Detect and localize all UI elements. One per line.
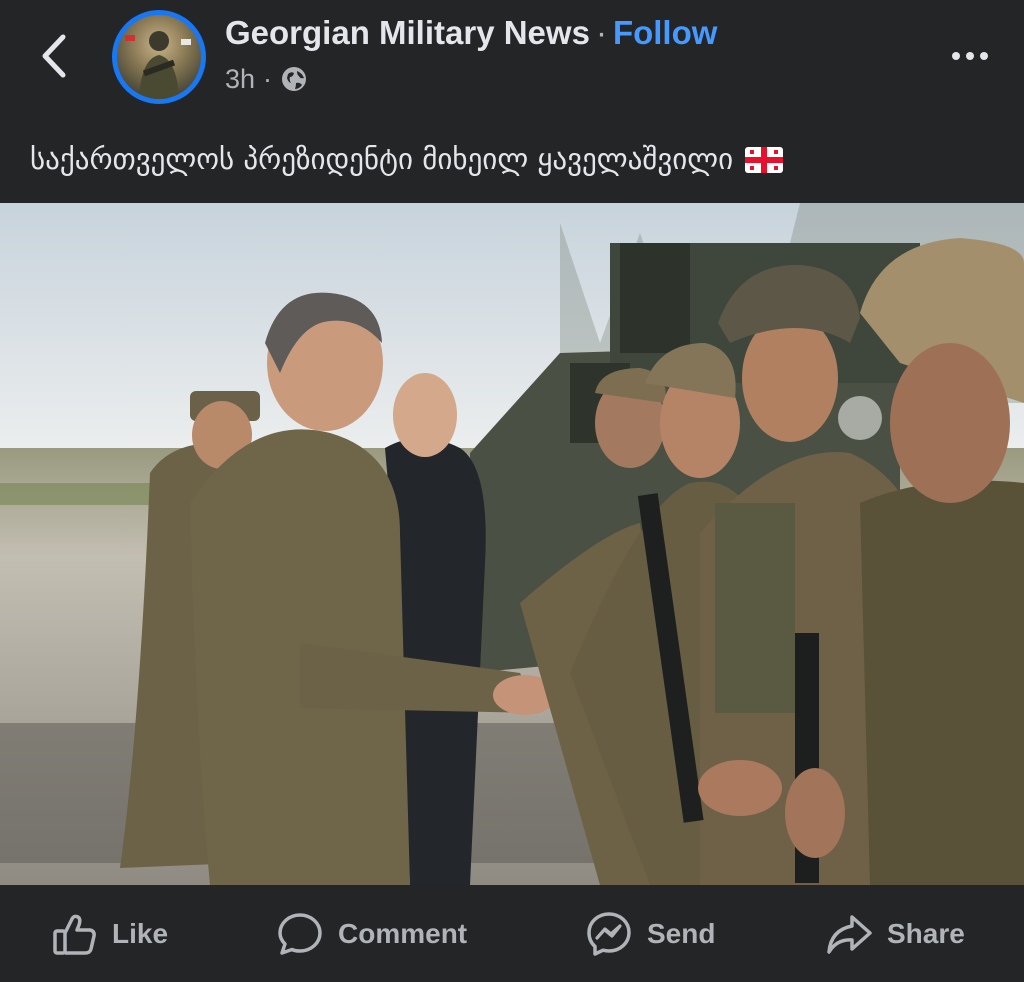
comment-button[interactable]: Comment	[276, 909, 467, 959]
more-dot	[952, 52, 960, 60]
like-label: Like	[112, 918, 169, 949]
action-bar: Like Comment Send Share	[0, 885, 1024, 982]
avatar-image	[117, 15, 201, 99]
meta-separator: ·	[263, 63, 273, 94]
send-label: Send	[647, 918, 716, 949]
follow-button[interactable]: Follow	[613, 14, 717, 51]
chevron-left-icon	[42, 34, 66, 78]
share-button[interactable]: Share	[825, 909, 965, 959]
back-button[interactable]	[30, 28, 78, 84]
messenger-icon	[587, 912, 631, 956]
send-button[interactable]: Send	[585, 909, 715, 959]
share-label: Share	[887, 918, 965, 949]
post-caption: საქართველოს პრეზიდენტი მიხეილ ყაველაშვილ…	[30, 142, 1000, 176]
more-dot	[980, 52, 988, 60]
caption-text: საქართველოს პრეზიდენტი მიხეილ ყაველაშვილ…	[30, 142, 734, 176]
like-button[interactable]: Like	[52, 909, 168, 959]
separator-dot: ·	[595, 14, 607, 51]
page-name-row: Georgian Military News · Follow	[225, 14, 717, 52]
more-dot	[966, 52, 974, 60]
post-meta: 3h ·	[225, 62, 308, 96]
post-header: Georgian Military News · Follow 3h ·	[0, 0, 1024, 120]
post-photo[interactable]	[0, 203, 1024, 885]
comment-bubble-icon	[278, 913, 322, 955]
more-options-button[interactable]	[940, 38, 1000, 74]
thumbs-up-icon	[53, 914, 96, 955]
globe-icon	[282, 67, 307, 91]
share-arrow-icon	[827, 915, 872, 954]
georgia-flag-icon	[745, 147, 784, 173]
page-name[interactable]: Georgian Military News	[225, 14, 590, 51]
post-time[interactable]: 3h	[225, 64, 255, 95]
comment-label: Comment	[338, 918, 468, 949]
page-avatar[interactable]	[112, 10, 206, 104]
